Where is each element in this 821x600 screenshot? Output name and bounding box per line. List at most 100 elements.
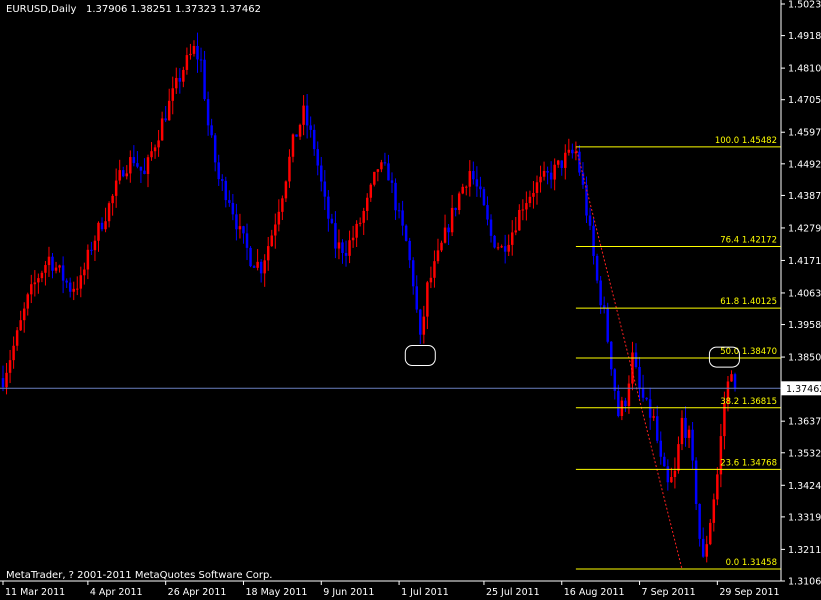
candle-body: [617, 390, 620, 416]
candle-body: [468, 171, 472, 187]
candle-body: [206, 99, 210, 126]
candle-body: [496, 247, 500, 249]
candle-body: [61, 265, 65, 281]
candle-body: [51, 256, 54, 271]
candle-body: [330, 218, 334, 224]
candle-body: [493, 235, 496, 248]
y-tick-label: 1.39580: [788, 320, 821, 331]
candle-body: [709, 522, 712, 545]
candle-body: [37, 278, 40, 283]
candle-body: [100, 222, 104, 230]
candle-body: [472, 171, 475, 180]
candle-body: [585, 184, 588, 216]
candle-body: [542, 170, 546, 177]
candle-body: [397, 210, 401, 212]
candle-body: [281, 198, 284, 212]
candle-body: [733, 374, 737, 389]
candle-body: [83, 269, 86, 276]
candle-body: [19, 320, 22, 331]
candle-body: [129, 157, 132, 174]
fib-level-label: 76.4 1.42172: [720, 236, 777, 246]
candle-body: [415, 286, 418, 310]
candle-body: [86, 249, 90, 270]
fib-level-label: 50.0 1.38470: [720, 347, 777, 357]
candle-body: [146, 157, 150, 174]
candle-body: [334, 223, 337, 249]
candle-body: [567, 149, 571, 153]
candle-body: [150, 151, 153, 158]
candle-body: [503, 246, 507, 252]
current-price-label: 1.37462: [786, 384, 821, 395]
y-tick-label: 1.40630: [788, 288, 821, 299]
candle-body: [40, 272, 44, 279]
candle-body: [33, 282, 37, 285]
x-tick-label: 16 Aug 2011: [564, 587, 625, 598]
candle-body: [408, 240, 411, 261]
candle-body: [613, 369, 617, 391]
y-tick-label: 1.42790: [788, 223, 821, 234]
candle-body: [30, 284, 33, 295]
candle-body: [274, 224, 277, 236]
y-tick-label: 1.38500: [788, 353, 821, 364]
candle-body: [369, 184, 373, 198]
axes-layer: 1.50230 1.49180 1.48100 1.47050 1.45970 1.449…: [0, 0, 821, 598]
candle-body: [358, 222, 362, 224]
candle-body: [118, 170, 121, 181]
candle-body: [578, 151, 581, 173]
candle-body: [634, 352, 638, 367]
candle-body: [107, 203, 111, 222]
candle-body: [114, 180, 118, 196]
y-tick-label: 1.43870: [788, 191, 821, 202]
candle-body: [694, 460, 698, 504]
candle-body: [164, 118, 167, 121]
candle-body: [259, 261, 263, 274]
candle-body: [684, 417, 687, 438]
candle-body: [698, 503, 701, 539]
candle-body: [171, 88, 174, 101]
candle-body: [404, 225, 408, 241]
candle-body: [482, 189, 486, 206]
candle-body: [624, 400, 627, 407]
candle-body: [199, 59, 203, 61]
candles-layer: [1, 32, 737, 563]
candle-body: [659, 440, 663, 457]
candle-body: [436, 250, 440, 262]
y-tick-label: 1.45970: [788, 128, 821, 139]
candle-body: [288, 156, 291, 182]
candle-body: [309, 125, 312, 130]
candle-body: [12, 345, 15, 361]
candle-body: [500, 246, 503, 248]
candle-body: [588, 215, 592, 226]
candle-body: [366, 197, 369, 211]
x-tick-label: 29 Sep 2011: [719, 587, 779, 598]
y-tick-label: 1.50230: [788, 0, 821, 11]
highlight-marks-layer: [404, 345, 740, 368]
candle-body: [373, 171, 376, 185]
candle-body: [121, 170, 125, 177]
candle-body: [426, 282, 429, 317]
y-tick-label: 1.32110: [788, 545, 821, 556]
candle-body: [592, 225, 595, 256]
candle-body: [93, 240, 97, 251]
candle-body: [687, 429, 691, 438]
candle-body: [638, 366, 641, 388]
candle-body: [677, 444, 680, 471]
highlight-mark: [404, 345, 436, 367]
ohlc-readout: 1.37906 1.38251 1.37323 1.37462: [85, 4, 261, 15]
candle-body: [355, 223, 358, 238]
candle-body: [221, 179, 224, 181]
candle-body: [182, 69, 185, 82]
candle-body: [270, 235, 274, 247]
candle-body: [323, 181, 327, 197]
x-tick-label: 1 Jul 2011: [401, 587, 449, 598]
candle-body: [606, 308, 609, 342]
candle-body: [376, 169, 380, 172]
candle-body: [44, 265, 47, 273]
candle-body: [390, 180, 394, 183]
y-tick-label: 1.31060: [788, 577, 821, 588]
candle-body: [125, 173, 129, 177]
candle-body: [266, 246, 270, 261]
candle-body: [387, 163, 390, 181]
fib-level-label: 38.2 1.36815: [720, 397, 777, 407]
candle-body: [231, 202, 235, 215]
